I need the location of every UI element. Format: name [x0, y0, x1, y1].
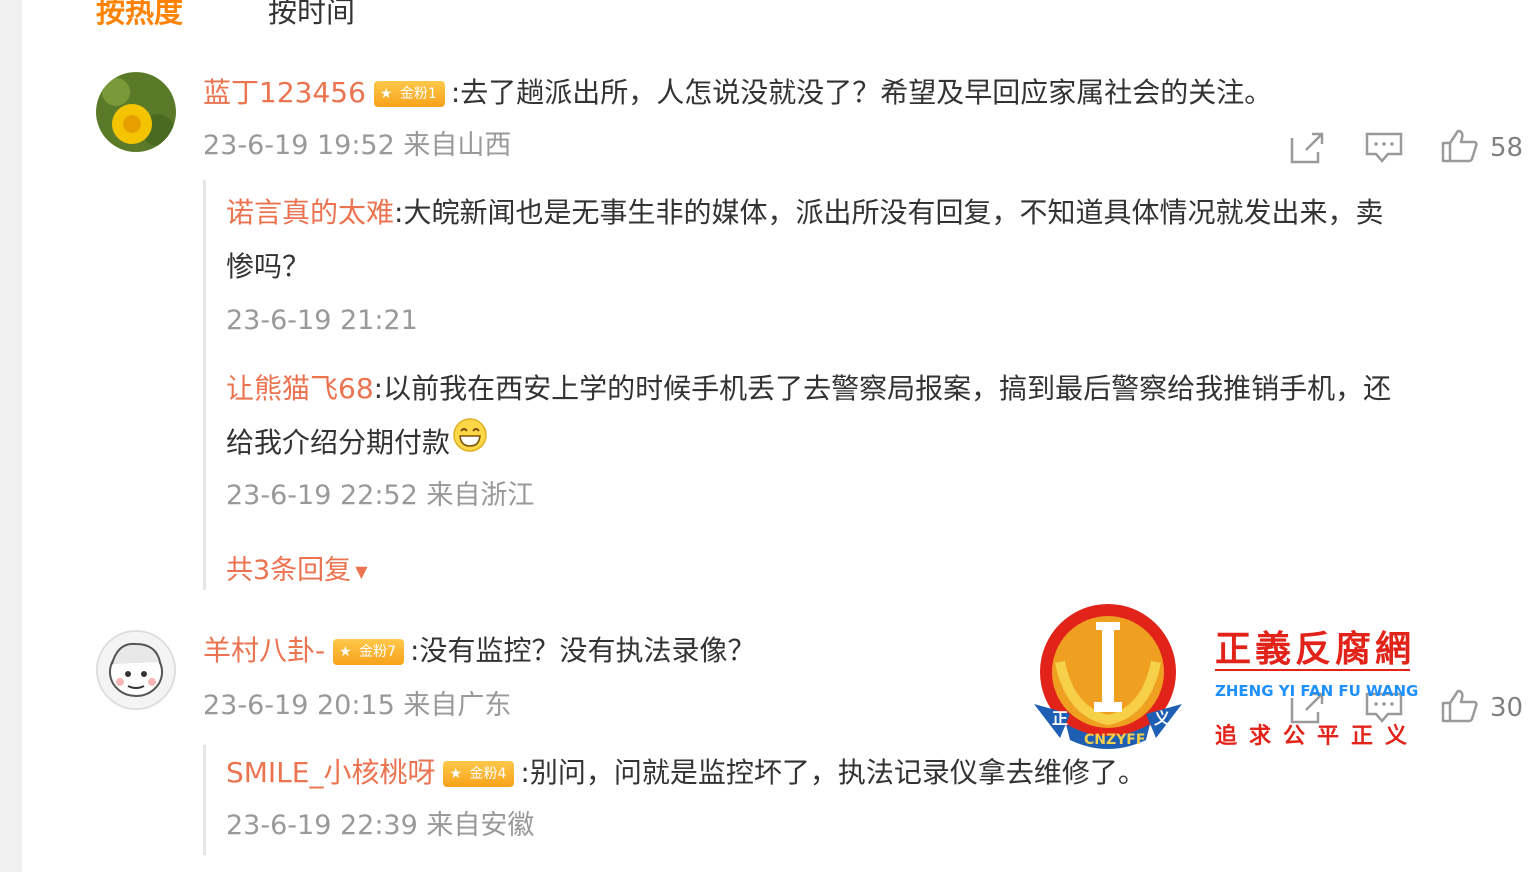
- reply-text-cont: 惨吗？: [226, 250, 311, 283]
- emblem-left-char: 正: [1052, 709, 1068, 728]
- reply-divider: [203, 180, 206, 590]
- fan-badge: 金粉1: [373, 81, 445, 107]
- share-icon[interactable]: [1288, 130, 1328, 166]
- reply-username[interactable]: SMILE_小核桃呀: [226, 756, 435, 789]
- username[interactable]: 蓝丁123456: [203, 76, 366, 109]
- more-replies-label: 共3条回复: [226, 555, 352, 586]
- more-replies-link[interactable]: 共3条回复 ▼: [226, 548, 368, 587]
- avatar[interactable]: [96, 630, 176, 710]
- comment-meta: 23-6-19 19:52 来自山西: [203, 130, 512, 161]
- caret-down-icon: ▼: [355, 562, 368, 581]
- watermark-rule: [1215, 669, 1410, 671]
- reply-item: 诺言真的太难:大皖新闻也是无事生非的媒体，派出所没有回复，不知道具体情况就发出来…: [226, 186, 1516, 294]
- emblem-text: CNZYFF: [1084, 732, 1145, 748]
- grin-emoji-icon: [452, 417, 488, 471]
- reply-meta: 23-6-19 21:21: [226, 305, 418, 336]
- reply-text: :以前我在西安上学的时候手机丢了去警察局报案，搞到最后警察给我推销手机，还: [373, 372, 1392, 405]
- reply-meta: 23-6-19 22:39 来自安徽: [226, 810, 535, 841]
- left-gutter: [0, 0, 22, 872]
- reply-text: :别问，问就是监控坏了，执法记录仪拿去维修了。: [520, 756, 1146, 789]
- tab-sort-by-time[interactable]: 按时间: [268, 0, 355, 32]
- comment-icon[interactable]: [1364, 130, 1404, 166]
- watermark-emblem: 正 义 CNZYFF: [1030, 602, 1190, 752]
- username[interactable]: 羊村八卦-: [203, 634, 325, 667]
- avatar[interactable]: [96, 72, 176, 152]
- reply-divider: [203, 745, 206, 855]
- comment-header: 羊村八卦- 金粉7:没有监控？没有执法录像？: [203, 631, 755, 671]
- fan-badge: 金粉7: [333, 639, 405, 665]
- like-count: 58: [1490, 133, 1524, 163]
- reply-item: SMILE_小核桃呀金粉4:别问，问就是监控坏了，执法记录仪拿去维修了。: [226, 753, 1146, 793]
- tab-sort-by-hot[interactable]: 按热度: [96, 0, 183, 32]
- reply-item: 让熊猫飞68:以前我在西安上学的时候手机丢了去警察局报案，搞到最后警察给我推销手…: [226, 362, 1516, 471]
- watermark-title: 正義反腐網: [1215, 628, 1416, 670]
- reply-text-cont: 给我介绍分期付款: [226, 426, 451, 459]
- like-icon[interactable]: [1440, 128, 1480, 164]
- like-count: 30: [1490, 693, 1524, 723]
- reply-username[interactable]: 诺言真的太难: [226, 196, 394, 229]
- comment-text: :去了趟派出所，人怎说没就没了？希望及早回应家属社会的关注。: [450, 76, 1273, 109]
- fan-badge: 金粉4: [443, 761, 515, 787]
- watermark-slogan: 追求公平正义: [1215, 724, 1420, 749]
- reply-meta: 23-6-19 22:52 来自浙江: [226, 480, 535, 511]
- comment-text: :没有监控？没有执法录像？: [410, 634, 756, 667]
- comment-meta: 23-6-19 20:15 来自广东: [203, 690, 512, 721]
- reply-username[interactable]: 让熊猫飞68: [226, 372, 374, 405]
- watermark-pinyin: ZHENG YI FAN FU WANG: [1215, 682, 1419, 700]
- like-icon[interactable]: [1440, 688, 1480, 724]
- emblem-right-char: 义: [1154, 709, 1170, 728]
- comment-header: 蓝丁123456 金粉1:去了趟派出所，人怎说没就没了？希望及早回应家属社会的关注…: [203, 73, 1272, 113]
- reply-text: :大皖新闻也是无事生非的媒体，派出所没有回复，不知道具体情况就发出来，卖: [394, 196, 1384, 229]
